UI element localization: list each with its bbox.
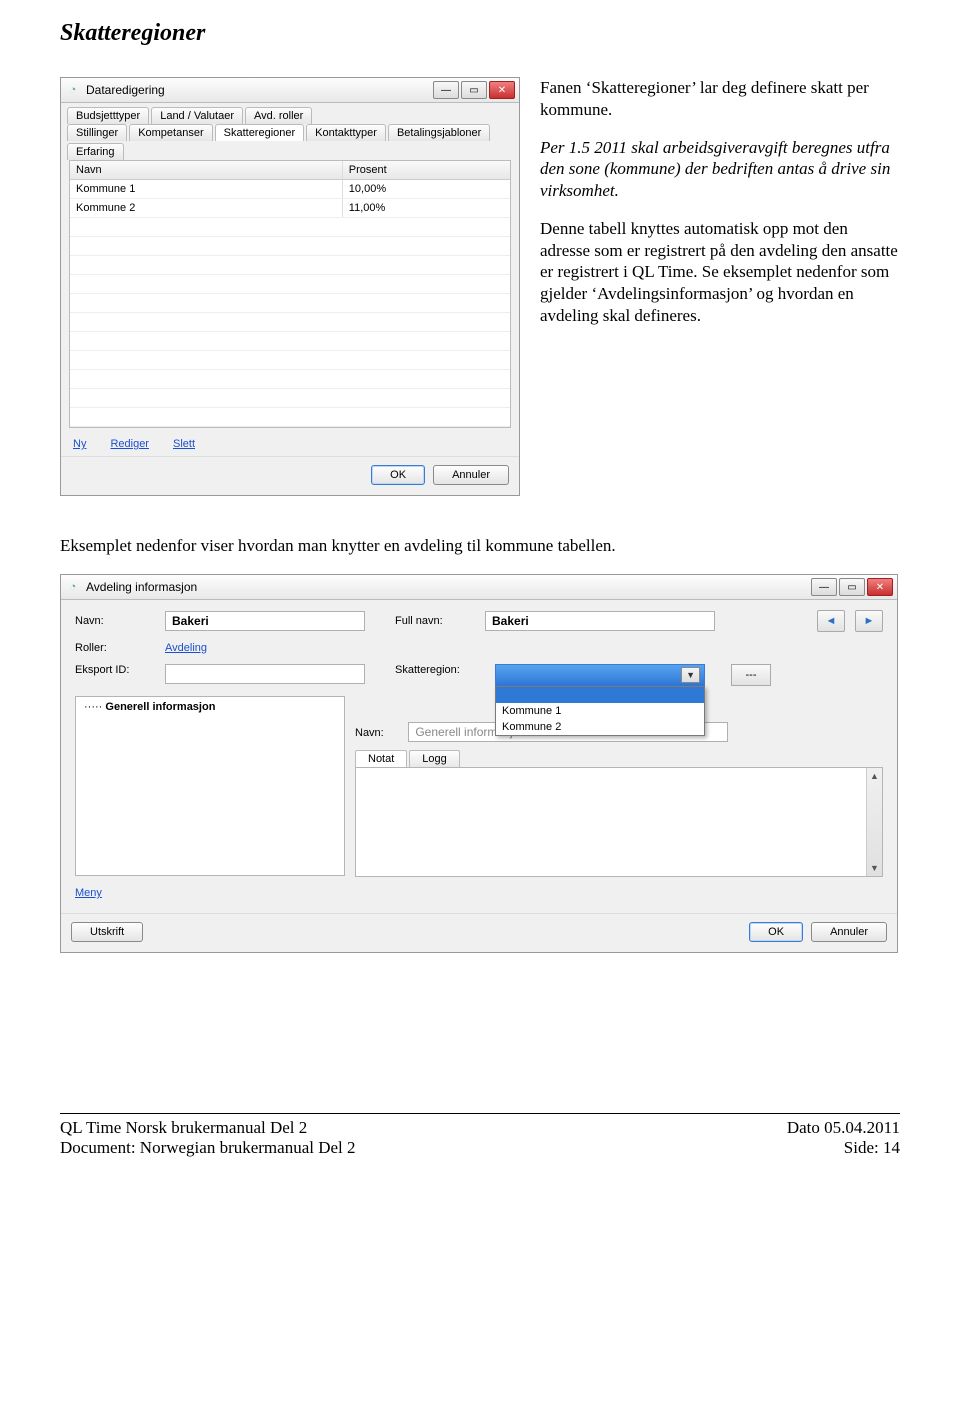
edit-link[interactable]: Rediger (110, 438, 149, 450)
app-icon: ◔ (65, 579, 81, 595)
label-name2: Navn: (355, 727, 405, 739)
side-paragraphs: Fanen ‘Skatteregioner’ lar deg definere … (540, 77, 900, 343)
window-dataredigering: ◔ Dataredigering — ▭ ✕ Budsjetttyper Lan… (60, 77, 520, 496)
inner-panel: ····· Generell informasjon Navn: Notat L… (75, 696, 883, 877)
prev-record-button[interactable]: ◄ (817, 610, 845, 632)
maximize-button[interactable]: ▭ (461, 81, 487, 99)
exportid-field[interactable] (165, 664, 365, 684)
dropdown-option-blank[interactable] (496, 687, 704, 703)
maximize-button[interactable]: ▭ (839, 578, 865, 596)
scroll-down-icon[interactable]: ▼ (867, 860, 882, 876)
form-area: Navn: Full navn: ◄ ► Roller: Avdeling Ek… (61, 600, 897, 913)
region-dropdown-list: Kommune 1 Kommune 2 (495, 686, 705, 736)
tree-node[interactable]: Generell informasjon (105, 701, 215, 713)
section-heading: Skatteregioner (60, 20, 900, 47)
tab-erfaring[interactable]: Erfaring (67, 143, 124, 160)
ok-button[interactable]: OK (749, 922, 803, 942)
chevron-down-icon: ▼ (681, 667, 700, 683)
page-footer: QL Time Norsk brukermanual Del 2 Documen… (60, 1113, 900, 1158)
region-dropdown[interactable]: ▼ Kommune 1 Kommune 2 (495, 664, 705, 686)
top-row: ◔ Dataredigering — ▭ ✕ Budsjetttyper Lan… (60, 77, 900, 496)
dropdown-option-kommune2[interactable]: Kommune 2 (496, 719, 704, 735)
button-row: Utskrift OK Annuler (61, 913, 897, 952)
tab-kontakttyper[interactable]: Kontakttyper (306, 124, 386, 141)
clear-region-button[interactable]: --- (731, 664, 771, 686)
footer-right-1: Dato 05.04.2011 (787, 1118, 900, 1138)
app-icon: ◔ (65, 82, 81, 98)
notes-textarea[interactable]: ▲ ▼ (355, 767, 883, 877)
new-link[interactable]: Ny (73, 438, 86, 450)
footer-left-2: Document: Norwegian brukermanual Del 2 (60, 1138, 356, 1158)
tab-land-valutaer[interactable]: Land / Valutaer (151, 107, 243, 124)
fullname-field[interactable] (485, 611, 715, 631)
menu-link[interactable]: Meny (75, 887, 102, 899)
table-row (70, 218, 510, 237)
col-header-name[interactable]: Navn (70, 161, 343, 179)
table-row (70, 294, 510, 313)
para-2: Per 1.5 2011 skal arbeidsgiveravgift ber… (540, 137, 900, 202)
label-exportid: Eksport ID: (75, 664, 155, 676)
next-record-button[interactable]: ► (855, 610, 883, 632)
label-fullname: Full navn: (395, 615, 475, 627)
cell-name: Kommune 2 (70, 199, 343, 217)
table-row (70, 389, 510, 408)
table-row (70, 351, 510, 370)
table-row (70, 370, 510, 389)
window-avdeling-informasjon: ◔ Avdeling informasjon — ▭ ✕ Navn: Full … (60, 574, 898, 953)
table-row (70, 332, 510, 351)
titlebar: ◔ Dataredigering — ▭ ✕ (61, 78, 519, 103)
table-row[interactable]: Kommune 2 11,00% (70, 199, 510, 218)
para-3: Denne tabell knyttes automatisk opp mot … (540, 218, 900, 327)
mid-paragraph: Eksemplet nedenfor viser hvordan man kny… (60, 536, 900, 556)
subtabs: Notat Logg (355, 750, 883, 767)
ok-button[interactable]: OK (371, 465, 425, 485)
tab-kompetanser[interactable]: Kompetanser (129, 124, 212, 141)
minimize-button[interactable]: — (433, 81, 459, 99)
label-roles: Roller: (75, 642, 155, 654)
para-1: Fanen ‘Skatteregioner’ lar deg definere … (540, 77, 900, 121)
col-header-percent[interactable]: Prosent (343, 161, 510, 179)
tab-betalingsjabloner[interactable]: Betalingsjabloner (388, 124, 490, 141)
action-links: Ny Rediger Slett (61, 434, 519, 456)
cell-name: Kommune 1 (70, 180, 343, 198)
tabs-row-1: Budsjetttyper Land / Valutaer Avd. rolle… (61, 103, 519, 124)
footer-right-2: Side: 14 (787, 1138, 900, 1158)
label-name: Navn: (75, 615, 155, 627)
subtab-notat[interactable]: Notat (355, 750, 407, 767)
table-row (70, 313, 510, 332)
delete-link[interactable]: Slett (173, 438, 195, 450)
close-button[interactable]: ✕ (489, 81, 515, 99)
tabs-row-2: Stillinger Kompetanser Skatteregioner Ko… (61, 124, 519, 160)
cancel-button[interactable]: Annuler (811, 922, 887, 942)
minimize-button[interactable]: — (811, 578, 837, 596)
print-button[interactable]: Utskrift (71, 922, 143, 942)
button-row: OK Annuler (61, 456, 519, 495)
window-title: Avdeling informasjon (86, 580, 197, 594)
table-row (70, 275, 510, 294)
titlebar: ◔ Avdeling informasjon — ▭ ✕ (61, 575, 897, 600)
footer-left-1: QL Time Norsk brukermanual Del 2 (60, 1118, 356, 1138)
subtab-logg[interactable]: Logg (409, 750, 459, 767)
tab-stillinger[interactable]: Stillinger (67, 124, 127, 141)
name-field[interactable] (165, 611, 365, 631)
table-row (70, 408, 510, 427)
cell-percent: 11,00% (343, 199, 510, 217)
table-row (70, 237, 510, 256)
scroll-up-icon[interactable]: ▲ (867, 768, 882, 784)
tab-budsjetttyper[interactable]: Budsjetttyper (67, 107, 149, 124)
dropdown-option-kommune1[interactable]: Kommune 1 (496, 703, 704, 719)
table-row (70, 256, 510, 275)
table-row[interactable]: Kommune 1 10,00% (70, 180, 510, 199)
scrollbar[interactable]: ▲ ▼ (866, 768, 882, 876)
tab-skatteregioner[interactable]: Skatteregioner (215, 124, 305, 141)
tab-avd-roller[interactable]: Avd. roller (245, 107, 312, 124)
tax-region-table: Navn Prosent Kommune 1 10,00% Kommune 2 … (69, 160, 511, 428)
tree-panel[interactable]: ····· Generell informasjon (75, 696, 345, 876)
roles-link[interactable]: Avdeling (165, 642, 207, 654)
close-button[interactable]: ✕ (867, 578, 893, 596)
cell-percent: 10,00% (343, 180, 510, 198)
label-region: Skatteregion: (395, 664, 485, 676)
window-title: Dataredigering (86, 83, 165, 97)
cancel-button[interactable]: Annuler (433, 465, 509, 485)
